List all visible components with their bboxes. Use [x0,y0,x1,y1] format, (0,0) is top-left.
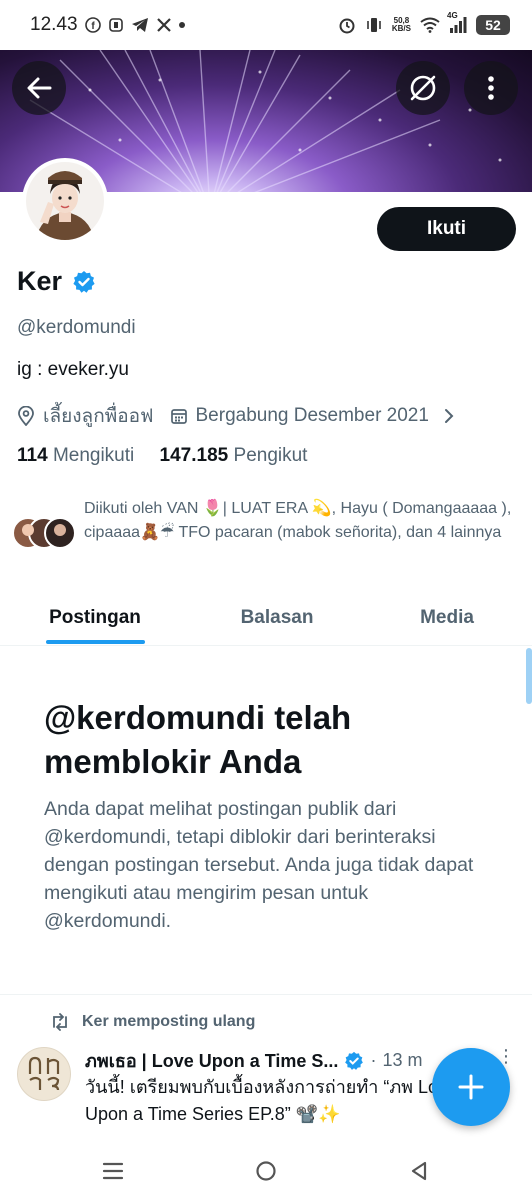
telegram-icon [131,17,149,33]
location-pin-icon [18,406,34,426]
wifi-icon [420,17,440,33]
post-text: วันนี้! เตรียมพบกับเบื้องหลังการถ่ายทำ “… [85,1077,458,1124]
follower-avatars [12,517,76,549]
joined-item[interactable]: Bergabung Desember 2021 [170,405,455,427]
verified-badge-icon[interactable] [72,270,96,294]
svg-text:f: f [91,21,95,32]
arrow-left-icon [27,77,52,99]
following-count: 114 [17,445,48,466]
battery-indicator: 52 [476,15,510,35]
dot-icon [178,22,185,28]
net-speed: 50,8 KB/S [392,17,411,33]
no-entry-icon [410,75,436,101]
post-header: ภพเธอ | Love Upon a Time S... · 13 m [85,1046,422,1075]
section-divider [0,994,532,995]
profile-tabs: Postingan Balasan Media [0,590,532,646]
calendar-icon [170,409,187,424]
verified-badge-icon [345,1051,364,1070]
scrollbar-thumb[interactable] [526,648,532,704]
back-nav-button[interactable] [404,1156,434,1186]
chevron-right-icon [444,409,454,423]
location-item: เลี้ยงลูกพื่ออฟ [17,401,154,431]
followers-count: 147.185 [159,445,229,466]
plus-icon [458,1074,484,1100]
follow-counts: 114 Mengikuti 147.185 Pengikut [17,445,307,467]
vertical-dots-icon [488,76,494,100]
profile-handle: @kerdomundi [17,317,136,338]
repost-indicator: Ker memposting ulang [50,1013,255,1031]
profile-meta: เลี้ยงลูกพื่ออฟ Bergabung Desember 2021 [17,401,455,431]
net-speed-unit: KB/S [391,24,411,33]
triangle-back-icon [411,1161,427,1181]
profile-joined: Bergabung Desember 2021 [195,405,429,426]
system-navigation-bar [0,1140,532,1200]
recent-apps-button[interactable] [98,1156,128,1186]
post-author-avatar[interactable] [17,1047,71,1101]
facebook-icon: f [84,17,101,33]
profile-avatar[interactable] [22,158,108,244]
x-logo-icon [156,17,172,33]
tab-balasan[interactable]: Balasan [212,590,342,646]
active-tab-indicator [46,640,145,644]
profile-name-row: Ker [17,266,96,297]
follow-button[interactable]: Ikuti [377,207,516,251]
network-type: 4G [447,11,458,20]
status-time: 12.43 [30,14,78,35]
profile-name: Ker [17,266,63,296]
alarm-icon [338,16,356,34]
back-button[interactable] [12,61,66,115]
compose-post-button[interactable] [432,1048,510,1126]
profile-location: เลี้ยงลูกพื่ออฟ [43,406,154,427]
following-label: Mengikuti [52,445,135,466]
more-options-button[interactable] [464,61,518,115]
followers-link[interactable]: 147.185 Pengikut [160,445,308,466]
signal-icon: 4G [447,11,467,33]
blocked-indicator-button[interactable] [396,61,450,115]
vibrate-icon [365,16,383,34]
blocked-title: @kerdomundi telah memblokir Anda [44,699,352,780]
menu-lines-icon [102,1162,124,1180]
post-time: 13 m [382,1050,423,1070]
profile-bio: ig : eveker.yu [17,359,129,380]
blocked-description: Anda dapat melihat postingan publik dari… [44,798,474,932]
followers-label: Pengikut [233,445,308,466]
app-notification-icon [108,17,124,33]
avatar-image [26,162,104,240]
post-separator: · [370,1050,377,1070]
repost-label: Ker memposting ulang [82,1013,256,1030]
tab-postingan[interactable]: Postingan [30,590,160,646]
home-button[interactable] [251,1156,281,1186]
followed-by-text: Diikuti oleh VAN 🌷| LUAT ERA 💫, Hayu ( D… [84,500,512,541]
tab-media[interactable]: Media [382,590,512,646]
status-bar: 12.43 f 50,8 KB/S 4G 52 [0,0,532,50]
following-link[interactable]: 114 Mengikuti [17,445,134,466]
repost-icon [53,1013,67,1031]
author-logo-image [28,1056,60,1091]
home-circle-icon [256,1161,276,1181]
post-author-name[interactable]: ภพเธอ | Love Upon a Time S... [85,1046,338,1075]
